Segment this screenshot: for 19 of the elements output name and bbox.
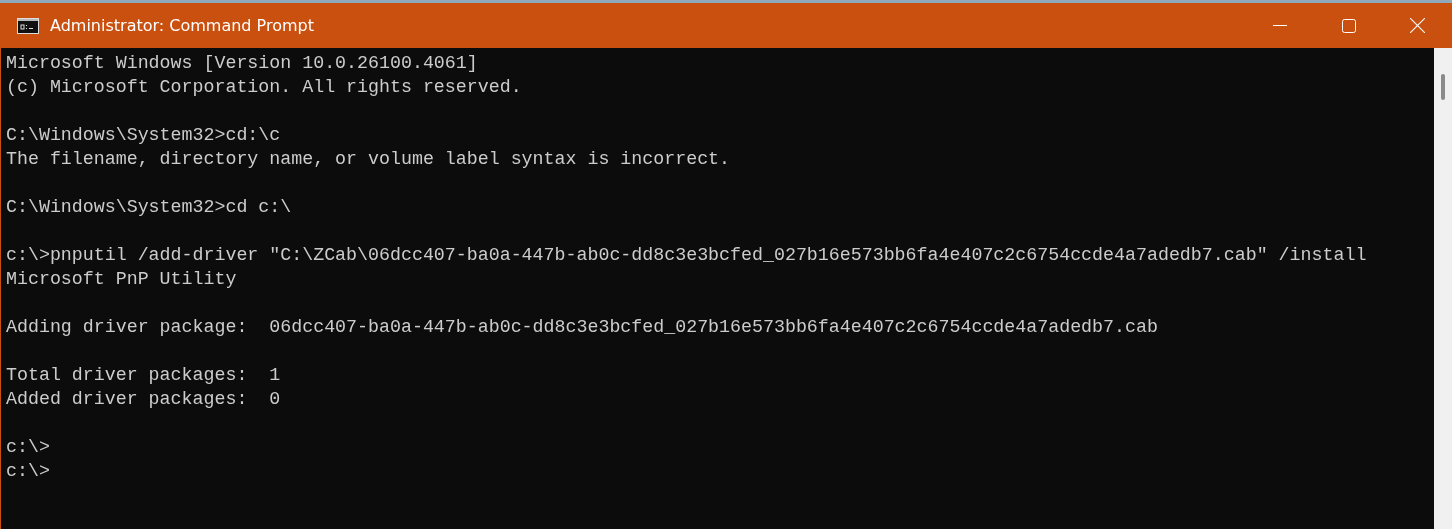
console-line: c:\>pnputil /add-driver "C:\ZCab\06dcc407-ba0a-447b-ab0c-dd8c3e3bcfed_027b16e573bb6fa4e407c2c6754ccde4a7adedb7.cab" /install [6, 244, 1367, 267]
terminal-icon [17, 17, 39, 34]
console-line: (c) Microsoft Corporation. All rights reserved. [6, 76, 522, 99]
console-line: Added driver packages: 0 [6, 388, 281, 411]
console-line: C:\Windows\System32>cd:\c [6, 124, 281, 147]
maximize-icon [1341, 18, 1356, 33]
console-line: Microsoft Windows [Version 10.0.26100.4061] [6, 52, 478, 75]
console-line: Microsoft PnP Utility [6, 268, 237, 291]
console-line: Total driver packages: 1 [6, 364, 281, 387]
console-line: c:\> [6, 460, 50, 483]
console-line: The filename, directory name, or volume label syntax is incorrect. [6, 148, 731, 171]
console-line: Adding driver package: 06dcc407-ba0a-447b-ab0c-dd8c3e3bcfed_027b16e573bb6fa4e407c2c6754ccde4a7adedb7.cab [6, 316, 1158, 339]
console-line: c:\> [6, 436, 50, 459]
window-title: Administrator: Command Prompt [50, 16, 314, 35]
close-icon [1410, 18, 1425, 33]
console-line: C:\Windows\System32>cd c:\ [6, 196, 292, 219]
scrollbar[interactable] [1434, 48, 1452, 529]
minimize-icon [1272, 25, 1287, 26]
scrollbar-thumb[interactable] [1441, 74, 1445, 100]
